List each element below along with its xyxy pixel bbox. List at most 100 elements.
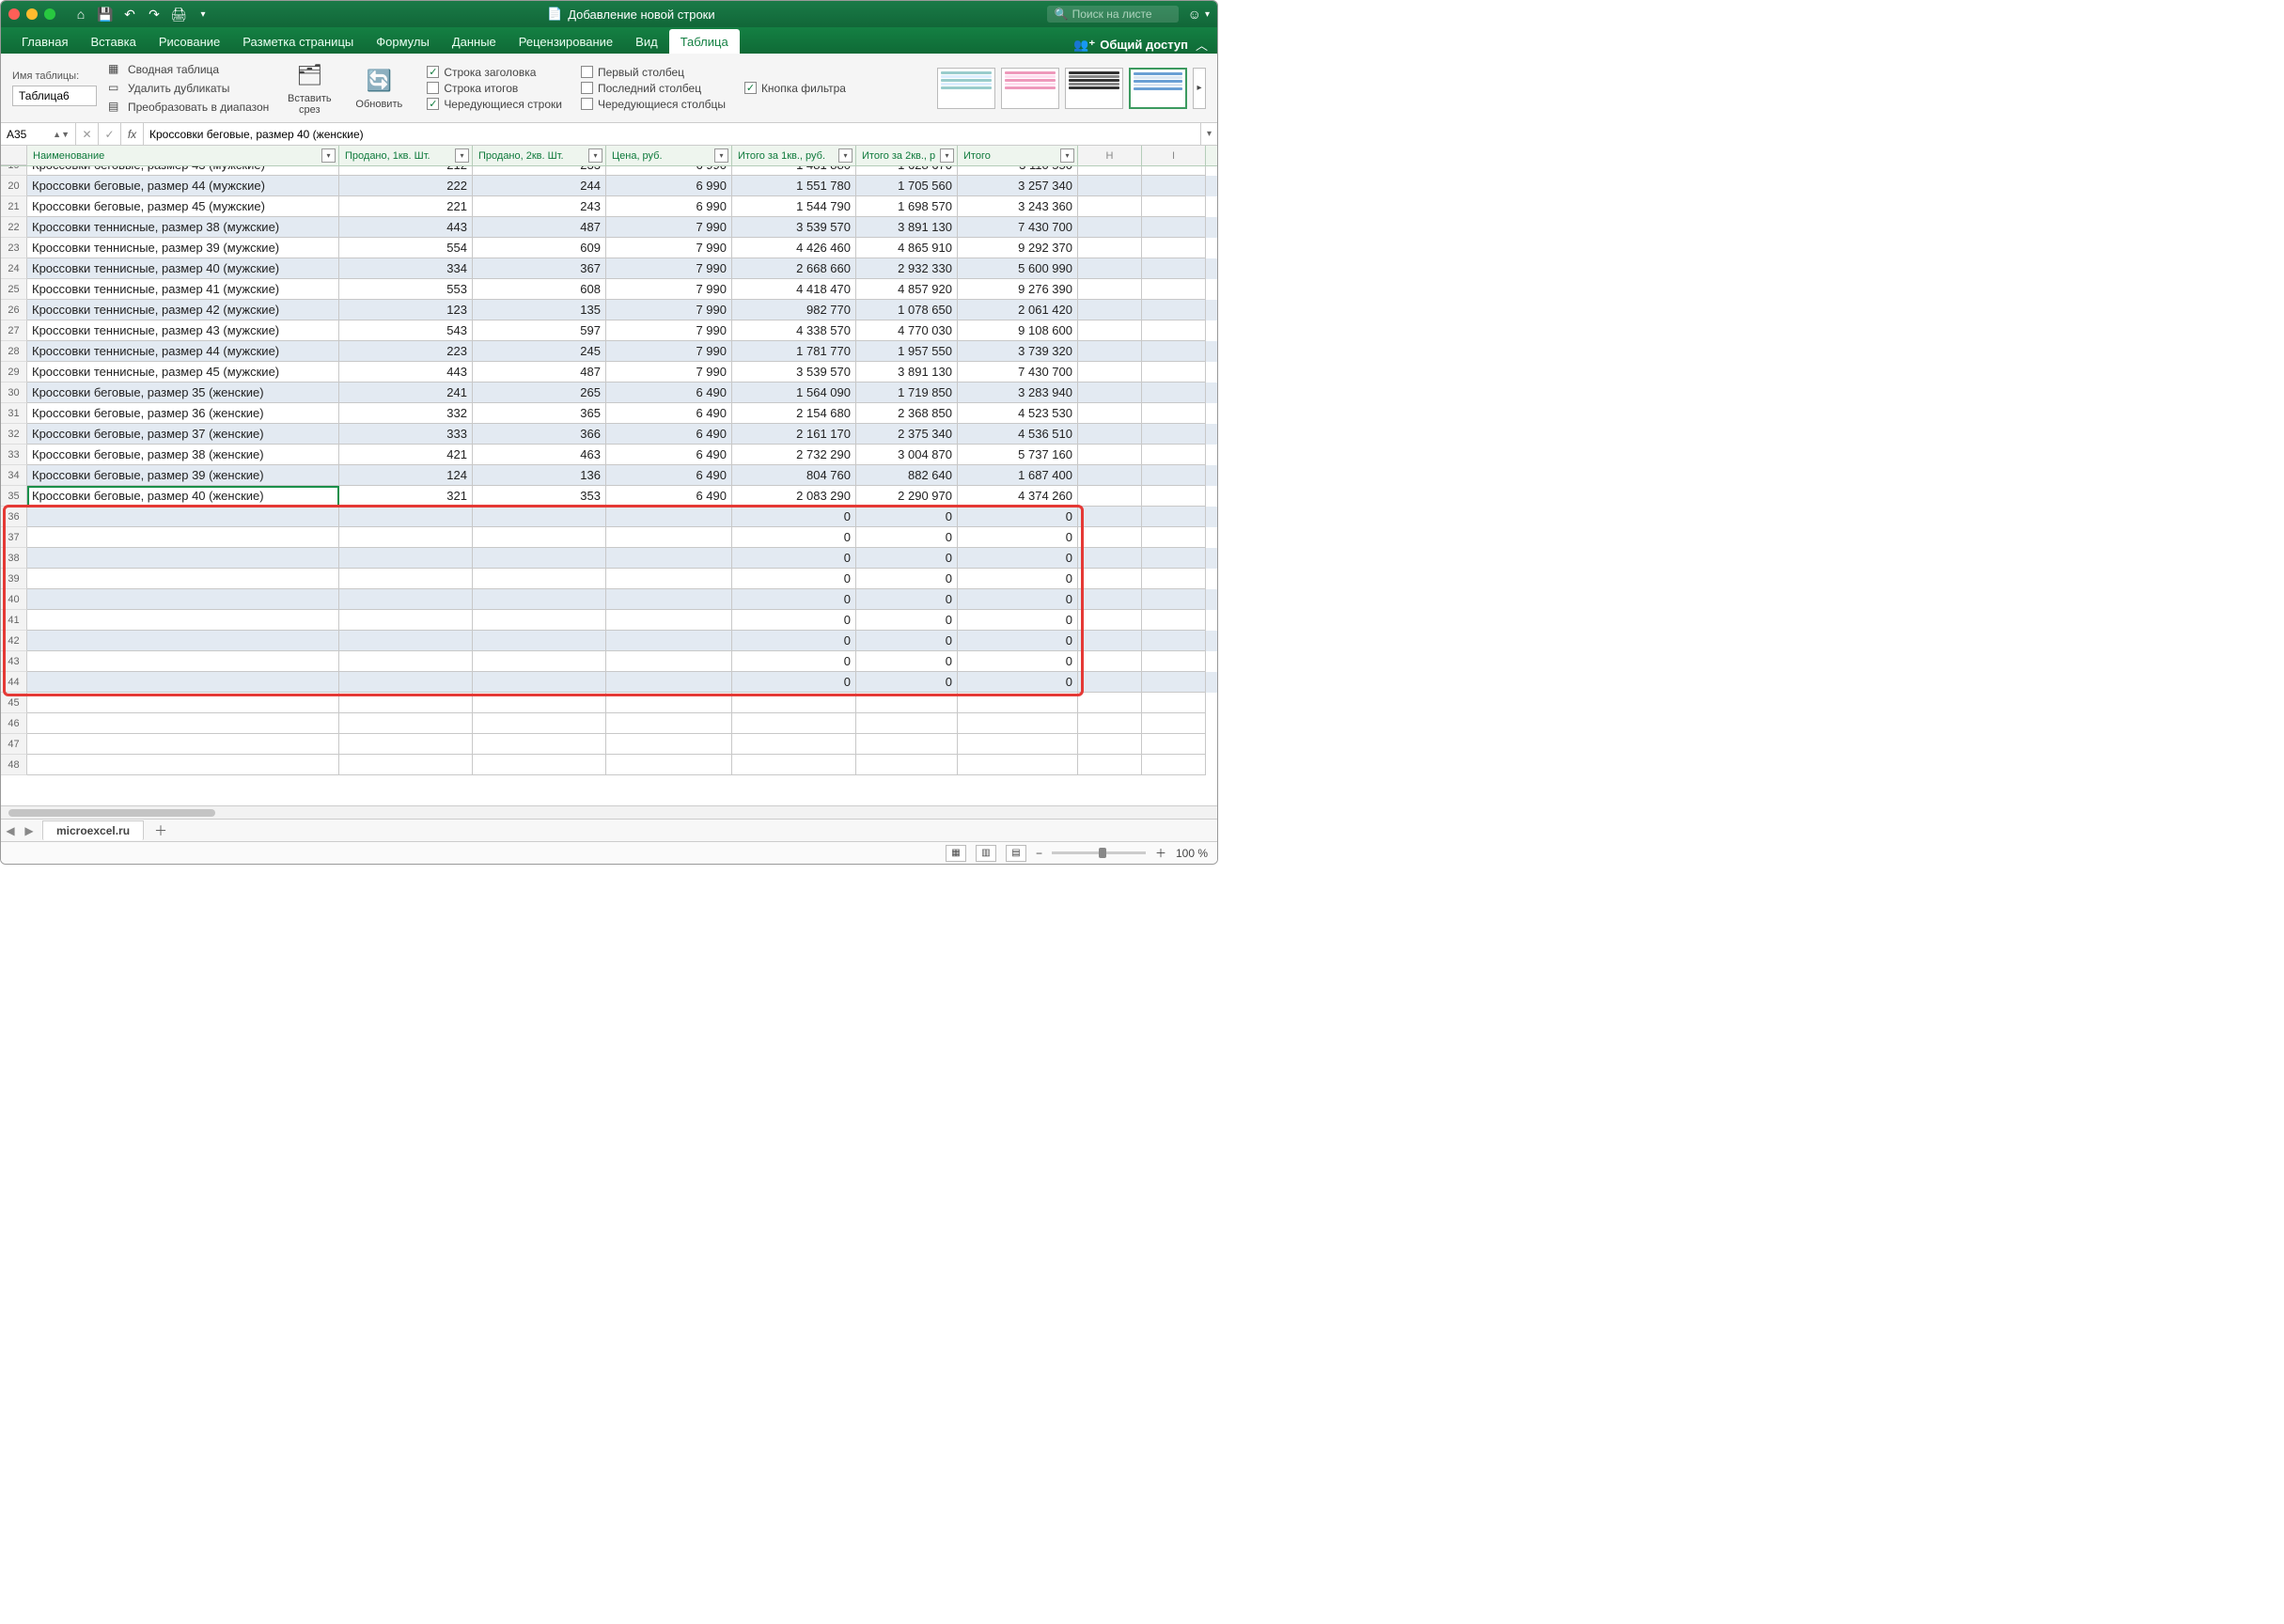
cell[interactable]: 554 [339,238,473,258]
cell[interactable]: Кроссовки теннисные, размер 45 (мужские) [27,362,339,383]
cell[interactable]: 882 640 [856,465,958,486]
pivot-table-button[interactable]: ▦Сводная таблица [108,61,269,78]
totals-row-checkbox[interactable]: Строка итогов [427,82,562,95]
table-name-input[interactable] [12,86,97,106]
cell[interactable] [732,713,856,734]
cell[interactable] [1078,569,1142,589]
cell[interactable]: 597 [473,320,606,341]
cell[interactable]: 3 539 570 [732,217,856,238]
remove-duplicates-button[interactable]: ▭Удалить дубликаты [108,80,269,97]
cell[interactable]: 1 781 770 [732,341,856,362]
cell[interactable]: 0 [732,507,856,527]
sheet-next-icon[interactable]: ▶ [20,824,39,837]
cell[interactable] [1078,651,1142,672]
row-header[interactable]: 19 [1,166,27,176]
cell[interactable] [27,631,339,651]
cell[interactable]: 421 [339,445,473,465]
cell[interactable] [1078,734,1142,755]
cell[interactable] [606,651,732,672]
cell[interactable] [1142,445,1206,465]
cell[interactable] [958,693,1078,713]
cell[interactable] [1078,610,1142,631]
cell[interactable] [27,507,339,527]
row-header[interactable]: 36 [1,507,27,527]
cell[interactable] [1142,610,1206,631]
cell[interactable]: 7 990 [606,238,732,258]
cell[interactable] [339,610,473,631]
cell[interactable]: 7 990 [606,279,732,300]
cell[interactable]: Кроссовки теннисные, размер 44 (мужские) [27,341,339,362]
cell[interactable] [1142,465,1206,486]
cell[interactable]: 332 [339,403,473,424]
row-header[interactable]: 29 [1,362,27,383]
cell[interactable] [1142,486,1206,507]
cell[interactable] [1078,527,1142,548]
cell[interactable] [606,527,732,548]
cell[interactable] [606,734,732,755]
cell[interactable] [339,589,473,610]
cell[interactable]: 7 430 700 [958,362,1078,383]
cell[interactable]: 223 [339,341,473,362]
cell[interactable]: 0 [856,548,958,569]
cell[interactable]: 1 551 780 [732,176,856,196]
ribbon-tab[interactable]: Таблица [669,29,740,54]
ribbon-tab[interactable]: Рецензирование [508,29,624,54]
cell[interactable]: 0 [856,589,958,610]
zoom-level[interactable]: 100 % [1176,847,1208,860]
cell[interactable] [1078,507,1142,527]
cell[interactable] [606,693,732,713]
cell[interactable]: 2 368 850 [856,403,958,424]
cell[interactable]: 6 490 [606,383,732,403]
cell[interactable]: 4 536 510 [958,424,1078,445]
row-header[interactable]: 43 [1,651,27,672]
fx-icon[interactable]: fx [121,123,144,145]
cell[interactable] [958,713,1078,734]
cell[interactable] [1142,258,1206,279]
cell[interactable] [339,734,473,755]
filter-icon[interactable]: ▾ [455,148,469,163]
cell[interactable] [856,755,958,775]
cell[interactable]: Кроссовки теннисные, размер 41 (мужские) [27,279,339,300]
cell[interactable] [1142,631,1206,651]
page-break-icon[interactable]: ▤ [1006,845,1026,862]
cell[interactable]: 3 110 550 [958,166,1078,176]
table-style-thumb[interactable] [1065,68,1123,109]
cell[interactable]: 1 481 880 [732,166,856,176]
cell[interactable]: 0 [958,651,1078,672]
cell[interactable]: 9 108 600 [958,320,1078,341]
cell[interactable]: 982 770 [732,300,856,320]
cell[interactable] [606,589,732,610]
cell[interactable]: 2 668 660 [732,258,856,279]
cell[interactable] [339,507,473,527]
cell[interactable]: 244 [473,176,606,196]
cell[interactable]: 7 990 [606,320,732,341]
cell[interactable]: 136 [473,465,606,486]
cell[interactable] [1078,403,1142,424]
row-header[interactable]: 46 [1,713,27,734]
cell[interactable] [1078,238,1142,258]
cell[interactable]: 241 [339,383,473,403]
cell[interactable]: 4 865 910 [856,238,958,258]
cell[interactable]: 367 [473,258,606,279]
row-header[interactable]: 25 [1,279,27,300]
cell[interactable]: 6 490 [606,424,732,445]
cell[interactable]: 0 [732,589,856,610]
cell[interactable]: 609 [473,238,606,258]
cell[interactable] [473,569,606,589]
zoom-in-icon[interactable]: ＋ [1155,845,1166,861]
ribbon-tab[interactable]: Вставка [79,29,147,54]
cell[interactable] [1142,279,1206,300]
cell[interactable]: 0 [958,548,1078,569]
cell[interactable] [339,755,473,775]
cell[interactable] [27,755,339,775]
cell[interactable] [1142,403,1206,424]
cell[interactable]: 243 [473,196,606,217]
cell[interactable]: 3 257 340 [958,176,1078,196]
cell[interactable]: Кроссовки теннисные, размер 43 (мужские) [27,320,339,341]
cell[interactable]: 212 [339,166,473,176]
filter-icon[interactable]: ▾ [838,148,853,163]
cell[interactable] [1078,424,1142,445]
refresh-button[interactable]: 🔄 Обновить [350,66,408,110]
cell[interactable] [27,734,339,755]
cell[interactable]: 3 004 870 [856,445,958,465]
